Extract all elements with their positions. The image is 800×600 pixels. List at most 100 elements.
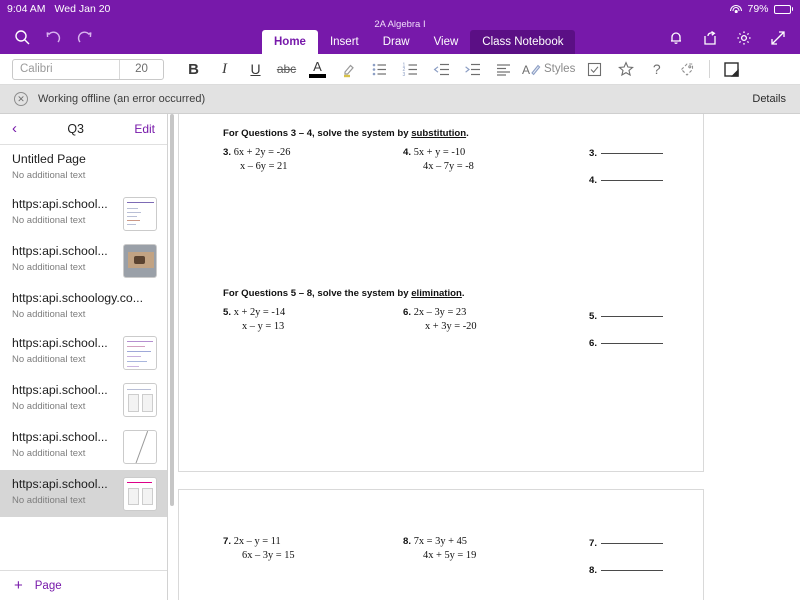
tag-icon[interactable]: [672, 56, 703, 82]
redo-icon[interactable]: [76, 29, 93, 46]
numbered-list-icon[interactable]: 123: [395, 56, 426, 82]
font-selector[interactable]: Calibri 20: [12, 59, 164, 80]
document-page-1[interactable]: For Questions 3 – 4, solve the system by…: [178, 114, 704, 472]
format-toolbar: Calibri 20 B I U abc A 123: [0, 54, 800, 85]
offline-message: Working offline (an error occurred): [38, 93, 205, 105]
tab-view[interactable]: View: [422, 30, 471, 54]
equation-line-1: 7x = 3y + 45: [414, 536, 467, 547]
answer-rule: [601, 316, 663, 317]
bold-button[interactable]: B: [178, 56, 209, 82]
list-item[interactable]: https:api.school... No additional text: [0, 470, 167, 517]
answer-blank-8[interactable]: 8.: [589, 565, 663, 576]
undo-icon[interactable]: [45, 29, 62, 46]
answer-number: 5.: [589, 311, 597, 322]
page-subtitle: No additional text: [12, 354, 117, 365]
answer-blank-7[interactable]: 7.: [589, 538, 663, 549]
vertical-scrollbar[interactable]: [170, 114, 174, 506]
italic-button[interactable]: I: [209, 56, 240, 82]
question-6: 6. 2x – 3y = 23 x + 3y = -20: [403, 306, 477, 333]
equation-line-1: x + 2y = -14: [234, 307, 286, 318]
tab-class-notebook[interactable]: Class Notebook: [470, 30, 575, 54]
page-list: Untitled Page No additional text https:a…: [0, 145, 167, 570]
question-mark-icon[interactable]: ?: [641, 56, 672, 82]
font-color-swatch: [309, 74, 326, 78]
page-title: https:api.school...: [12, 244, 117, 259]
battery-percent: 79%: [747, 3, 768, 15]
share-icon[interactable]: [702, 30, 718, 46]
list-item[interactable]: https:api.school... No additional text: [0, 376, 167, 423]
heading-keyword: elimination: [411, 288, 462, 299]
styles-brush-icon[interactable]: A: [519, 56, 543, 82]
equation-line-2: 4x + 5y = 19: [423, 550, 476, 561]
heading-text-before: For Questions 3 – 4, solve the system by: [223, 128, 411, 139]
document-page-2[interactable]: 7. 2x – y = 11 6x – 3y = 15 8. 7x = 3y +…: [178, 489, 704, 600]
edit-button[interactable]: Edit: [134, 122, 155, 136]
font-name-input[interactable]: Calibri: [13, 63, 119, 75]
highlighter-icon[interactable]: [333, 56, 364, 82]
list-item[interactable]: Untitled Page No additional text: [0, 145, 167, 190]
page-subtitle: No additional text: [12, 495, 117, 506]
details-link[interactable]: Details: [752, 93, 786, 105]
toolbar-divider: [709, 60, 710, 78]
question-7: 7. 2x – y = 11 6x – 3y = 15: [223, 535, 295, 562]
main-content: ‹ Q3 Edit Untitled Page No additional te…: [0, 114, 800, 600]
tab-home[interactable]: Home: [262, 30, 318, 54]
gear-icon[interactable]: [736, 30, 752, 46]
page-thumbnail: [123, 477, 157, 511]
page-note-icon[interactable]: [716, 56, 747, 82]
equation-line-2: x + 3y = -20: [425, 321, 477, 332]
equation-line-2: x – 6y = 21: [240, 161, 287, 172]
notebook-app: 9:04 AM Wed Jan 20 79% 2A Algebra I: [0, 0, 800, 600]
heading-text-after: .: [462, 288, 465, 299]
status-bar: 9:04 AM Wed Jan 20 79%: [0, 0, 800, 18]
list-item[interactable]: https:api.school... No additional text: [0, 329, 167, 376]
list-item[interactable]: https:api.school... No additional text: [0, 190, 167, 237]
answer-blank-3[interactable]: 3.: [589, 148, 663, 159]
sidebar-header: ‹ Q3 Edit: [0, 114, 167, 145]
list-item[interactable]: https:api.schoology.co... No additional …: [0, 284, 167, 329]
answer-blank-6[interactable]: 6.: [589, 338, 663, 349]
answer-rule: [601, 570, 663, 571]
expand-icon[interactable]: [770, 30, 786, 46]
bell-icon[interactable]: [668, 30, 684, 46]
equation-line-2: x – y = 13: [242, 321, 284, 332]
status-date: Wed Jan 20: [55, 3, 111, 15]
font-color-button[interactable]: A: [302, 56, 333, 82]
question-number: 8.: [403, 536, 411, 547]
answer-number: 8.: [589, 565, 597, 576]
page-subtitle: No additional text: [12, 262, 117, 273]
strikethrough-button[interactable]: abc: [271, 56, 302, 82]
status-time: 9:04 AM: [7, 3, 46, 15]
question-4: 4. 5x + y = -10 4x – 7y = -8: [403, 146, 474, 173]
answer-rule: [601, 543, 663, 544]
search-icon[interactable]: [14, 29, 31, 46]
pages-sidebar: ‹ Q3 Edit Untitled Page No additional te…: [0, 114, 168, 600]
add-page-button[interactable]: + Page: [0, 570, 167, 600]
page-subtitle: No additional text: [12, 448, 117, 459]
page-title: https:api.schoology.co...: [12, 291, 157, 306]
list-item[interactable]: https:api.school... No additional text: [0, 237, 167, 284]
tab-draw[interactable]: Draw: [371, 30, 422, 54]
decrease-indent-icon[interactable]: [426, 56, 457, 82]
question-number: 4.: [403, 147, 411, 158]
underline-button[interactable]: U: [240, 56, 271, 82]
close-circle-icon[interactable]: ✕: [14, 92, 28, 106]
font-size-input[interactable]: 20: [119, 60, 163, 79]
align-left-icon[interactable]: [488, 56, 519, 82]
page-subtitle: No additional text: [12, 309, 157, 320]
increase-indent-icon[interactable]: [457, 56, 488, 82]
bulleted-list-icon[interactable]: [364, 56, 395, 82]
equation-line-1: 2x – 3y = 23: [414, 307, 467, 318]
answer-blank-4[interactable]: 4.: [589, 175, 663, 186]
question-number: 6.: [403, 307, 411, 318]
answer-number: 3.: [589, 148, 597, 159]
ribbon-tabs: Home Insert Draw View Class Notebook: [262, 30, 575, 54]
answer-rule: [601, 343, 663, 344]
checkbox-icon[interactable]: [579, 56, 610, 82]
star-icon[interactable]: [610, 56, 641, 82]
styles-label[interactable]: Styles: [544, 63, 575, 75]
tab-insert[interactable]: Insert: [318, 30, 371, 54]
answer-blank-5[interactable]: 5.: [589, 311, 663, 322]
document-canvas[interactable]: For Questions 3 – 4, solve the system by…: [168, 114, 800, 600]
list-item[interactable]: https:api.school... No additional text: [0, 423, 167, 470]
